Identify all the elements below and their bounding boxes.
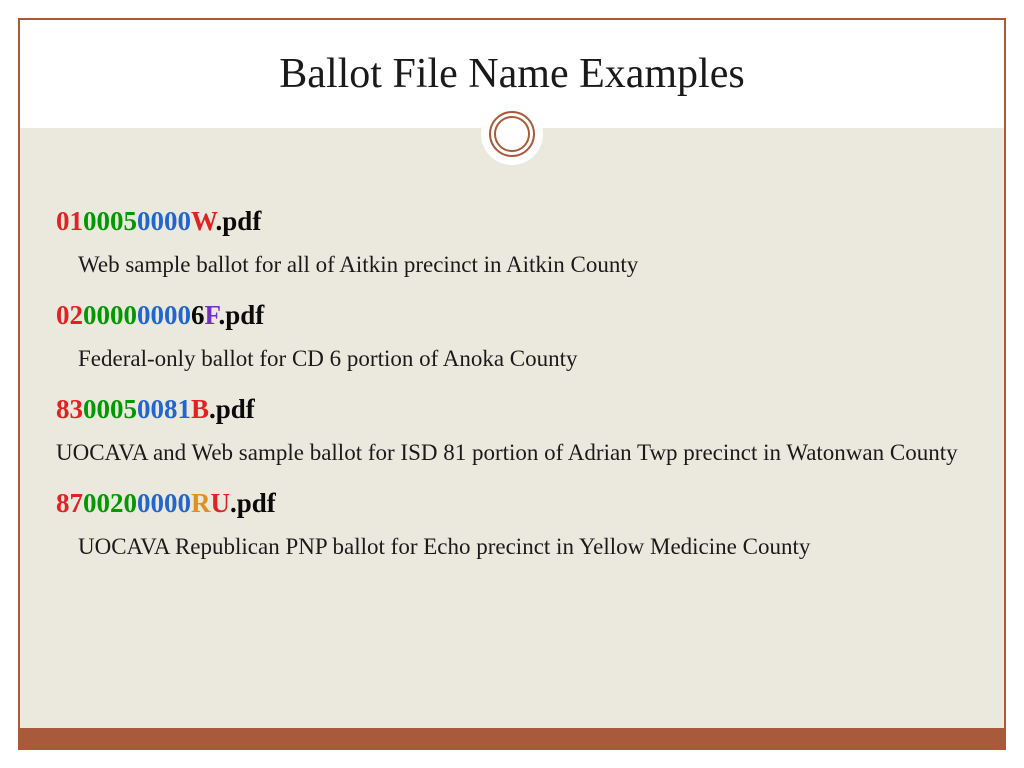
example-block: 02000000006F.pdf Federal-only ballot for…: [56, 300, 968, 374]
seg: 83: [56, 394, 83, 424]
filename-1: 0100050000W.pdf: [56, 206, 968, 237]
description-3: UOCAVA and Web sample ballot for ISD 81 …: [56, 437, 968, 468]
seg: 01: [56, 206, 83, 236]
seg: 02: [56, 300, 83, 330]
seg: .pdf: [216, 206, 262, 236]
seg: 0081: [137, 394, 191, 424]
content-section: 0100050000W.pdf Web sample ballot for al…: [20, 128, 1004, 728]
circle-inner: [494, 116, 530, 152]
seg: .pdf: [230, 488, 276, 518]
filename-2: 02000000006F.pdf: [56, 300, 968, 331]
circle-decoration: [481, 103, 543, 165]
slide-frame: Ballot File Name Examples 0100050000W.pd…: [18, 18, 1006, 750]
filename-3: 8300050081B.pdf: [56, 394, 968, 425]
seg: B: [191, 394, 209, 424]
seg: 0000: [137, 300, 191, 330]
seg: 0000: [137, 488, 191, 518]
seg: 0020: [83, 488, 137, 518]
seg: 6: [191, 300, 205, 330]
description-2: Federal-only ballot for CD 6 portion of …: [56, 343, 968, 374]
description-4: UOCAVA Republican PNP ballot for Echo pr…: [56, 531, 968, 562]
seg: F: [205, 300, 219, 330]
seg: 0005: [83, 394, 137, 424]
footer-bar: [20, 728, 1004, 748]
seg: 87: [56, 488, 83, 518]
seg: 0000: [83, 300, 137, 330]
seg: 0005: [83, 206, 137, 236]
circle-outer: [489, 111, 535, 157]
seg: U: [211, 488, 231, 518]
filename-4: 8700200000RU.pdf: [56, 488, 968, 519]
seg: R: [191, 488, 211, 518]
description-1: Web sample ballot for all of Aitkin prec…: [56, 249, 968, 280]
seg: W: [191, 206, 216, 236]
example-block: 0100050000W.pdf Web sample ballot for al…: [56, 206, 968, 280]
seg: .pdf: [209, 394, 255, 424]
slide-title: Ballot File Name Examples: [279, 50, 744, 98]
example-block: 8300050081B.pdf UOCAVA and Web sample ba…: [56, 394, 968, 468]
seg: 0000: [137, 206, 191, 236]
example-block: 8700200000RU.pdf UOCAVA Republican PNP b…: [56, 488, 968, 562]
seg: .pdf: [219, 300, 265, 330]
